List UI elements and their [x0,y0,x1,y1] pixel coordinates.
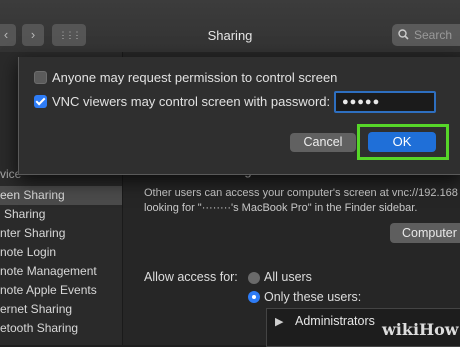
sidebar-item-screen-sharing[interactable]: een Sharing [0,186,122,205]
sidebar-item-label: een Sharing [0,188,65,202]
allow-access-label: Allow access for: [144,270,238,284]
watermark-logo: wikiHow [382,320,459,339]
sidebar-item-label: note Management [0,264,97,278]
search-input[interactable]: Search [392,24,460,46]
sidebar-item-internet-sharing[interactable]: ernet Sharing [0,300,122,319]
window-titlebar: ‹ › ⋮⋮⋮ Sharing Search [0,0,460,53]
vnc-password-field[interactable]: ●●●●● [334,91,436,113]
sidebar-item-remote-management[interactable]: note Management [0,262,122,281]
info-line-1: Other users can access your computer's s… [144,187,458,199]
group-icon: ▶ [275,316,284,328]
radio-only-these-users-label[interactable]: Only these users: [264,290,361,304]
computer-settings-button[interactable]: Computer [390,223,460,243]
sidebar-item-remote-apple-events[interactable]: note Apple Events [0,281,122,300]
vnc-password-label[interactable]: VNC viewers may control screen with pass… [52,94,330,109]
cancel-button[interactable]: Cancel [290,133,356,152]
sidebar-item-label: etooth Sharing [0,321,79,335]
sidebar-item-label: note Login [0,245,57,259]
sidebar-item-remote-login[interactable]: note Login [0,243,122,262]
vnc-password-checkbox[interactable] [34,95,47,108]
ok-button[interactable]: OK [368,132,436,152]
search-icon [398,24,409,47]
sidebar-item-label: Sharing [4,207,46,221]
window-title: Sharing [207,28,253,43]
list-item[interactable]: Administrators [295,314,375,328]
sidebar-item-file-sharing[interactable]: Sharing [4,205,126,224]
sidebar-item-label: note Apple Events [0,283,97,297]
sidebar-item-bluetooth-sharing[interactable]: etooth Sharing [0,319,122,338]
radio-all-users[interactable] [248,272,260,284]
sidebar-item-printer-sharing[interactable]: nter Sharing [0,224,122,243]
search-placeholder: Search [414,28,453,42]
sidebar-item-label: ernet Sharing [0,302,73,316]
radio-all-users-label[interactable]: All users [264,270,312,284]
anyone-request-checkbox[interactable] [34,71,47,84]
sidebar-item-label: nter Sharing [0,226,66,240]
anyone-request-label[interactable]: Anyone may request permission to control… [52,70,337,85]
radio-only-these-users[interactable] [248,291,260,303]
info-line-2: looking for "········'s MacBook Pro" in … [144,202,418,214]
